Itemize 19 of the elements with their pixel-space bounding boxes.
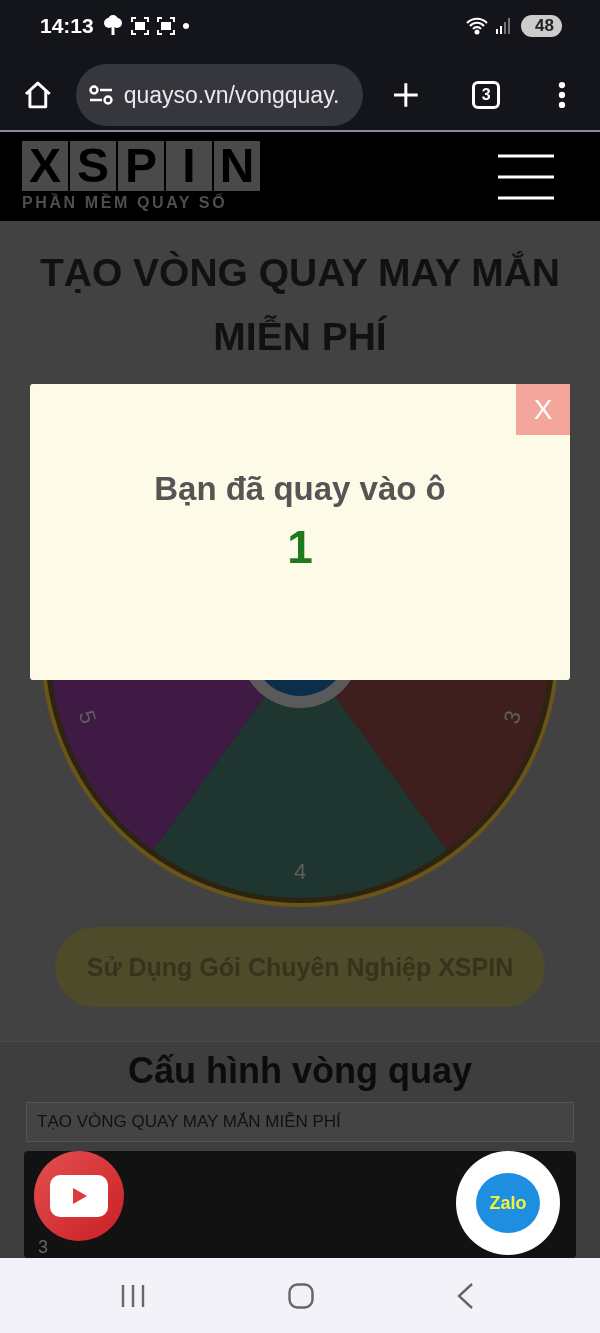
url-text: quayso.vn/vongquay. [123, 81, 340, 109]
result-value: 1 [287, 520, 313, 574]
entry-line: 3 [38, 1237, 49, 1257]
logo-letter: N [214, 141, 260, 191]
segment-label: 4 [293, 858, 307, 884]
segment-label: 3 [498, 707, 527, 727]
status-time: 14:13 [40, 14, 94, 38]
logo-letter: X [22, 141, 68, 191]
logo-tagline: PHẦN MỀM QUAY SỐ [22, 194, 229, 212]
segment-label: 5 [73, 707, 102, 727]
tab-count[interactable]: 3 [472, 81, 501, 109]
close-button[interactable]: X [516, 384, 570, 435]
battery-level: 48 [521, 15, 562, 37]
logo-letter: S [70, 141, 116, 191]
address-bar[interactable]: quayso.vn/vongquay. [75, 64, 363, 126]
logo-letter: P [118, 141, 164, 191]
result-message: Bạn đã quay vào ô [154, 470, 446, 508]
zalo-label: Zalo [489, 1192, 527, 1214]
logo-letter: I [166, 141, 212, 191]
